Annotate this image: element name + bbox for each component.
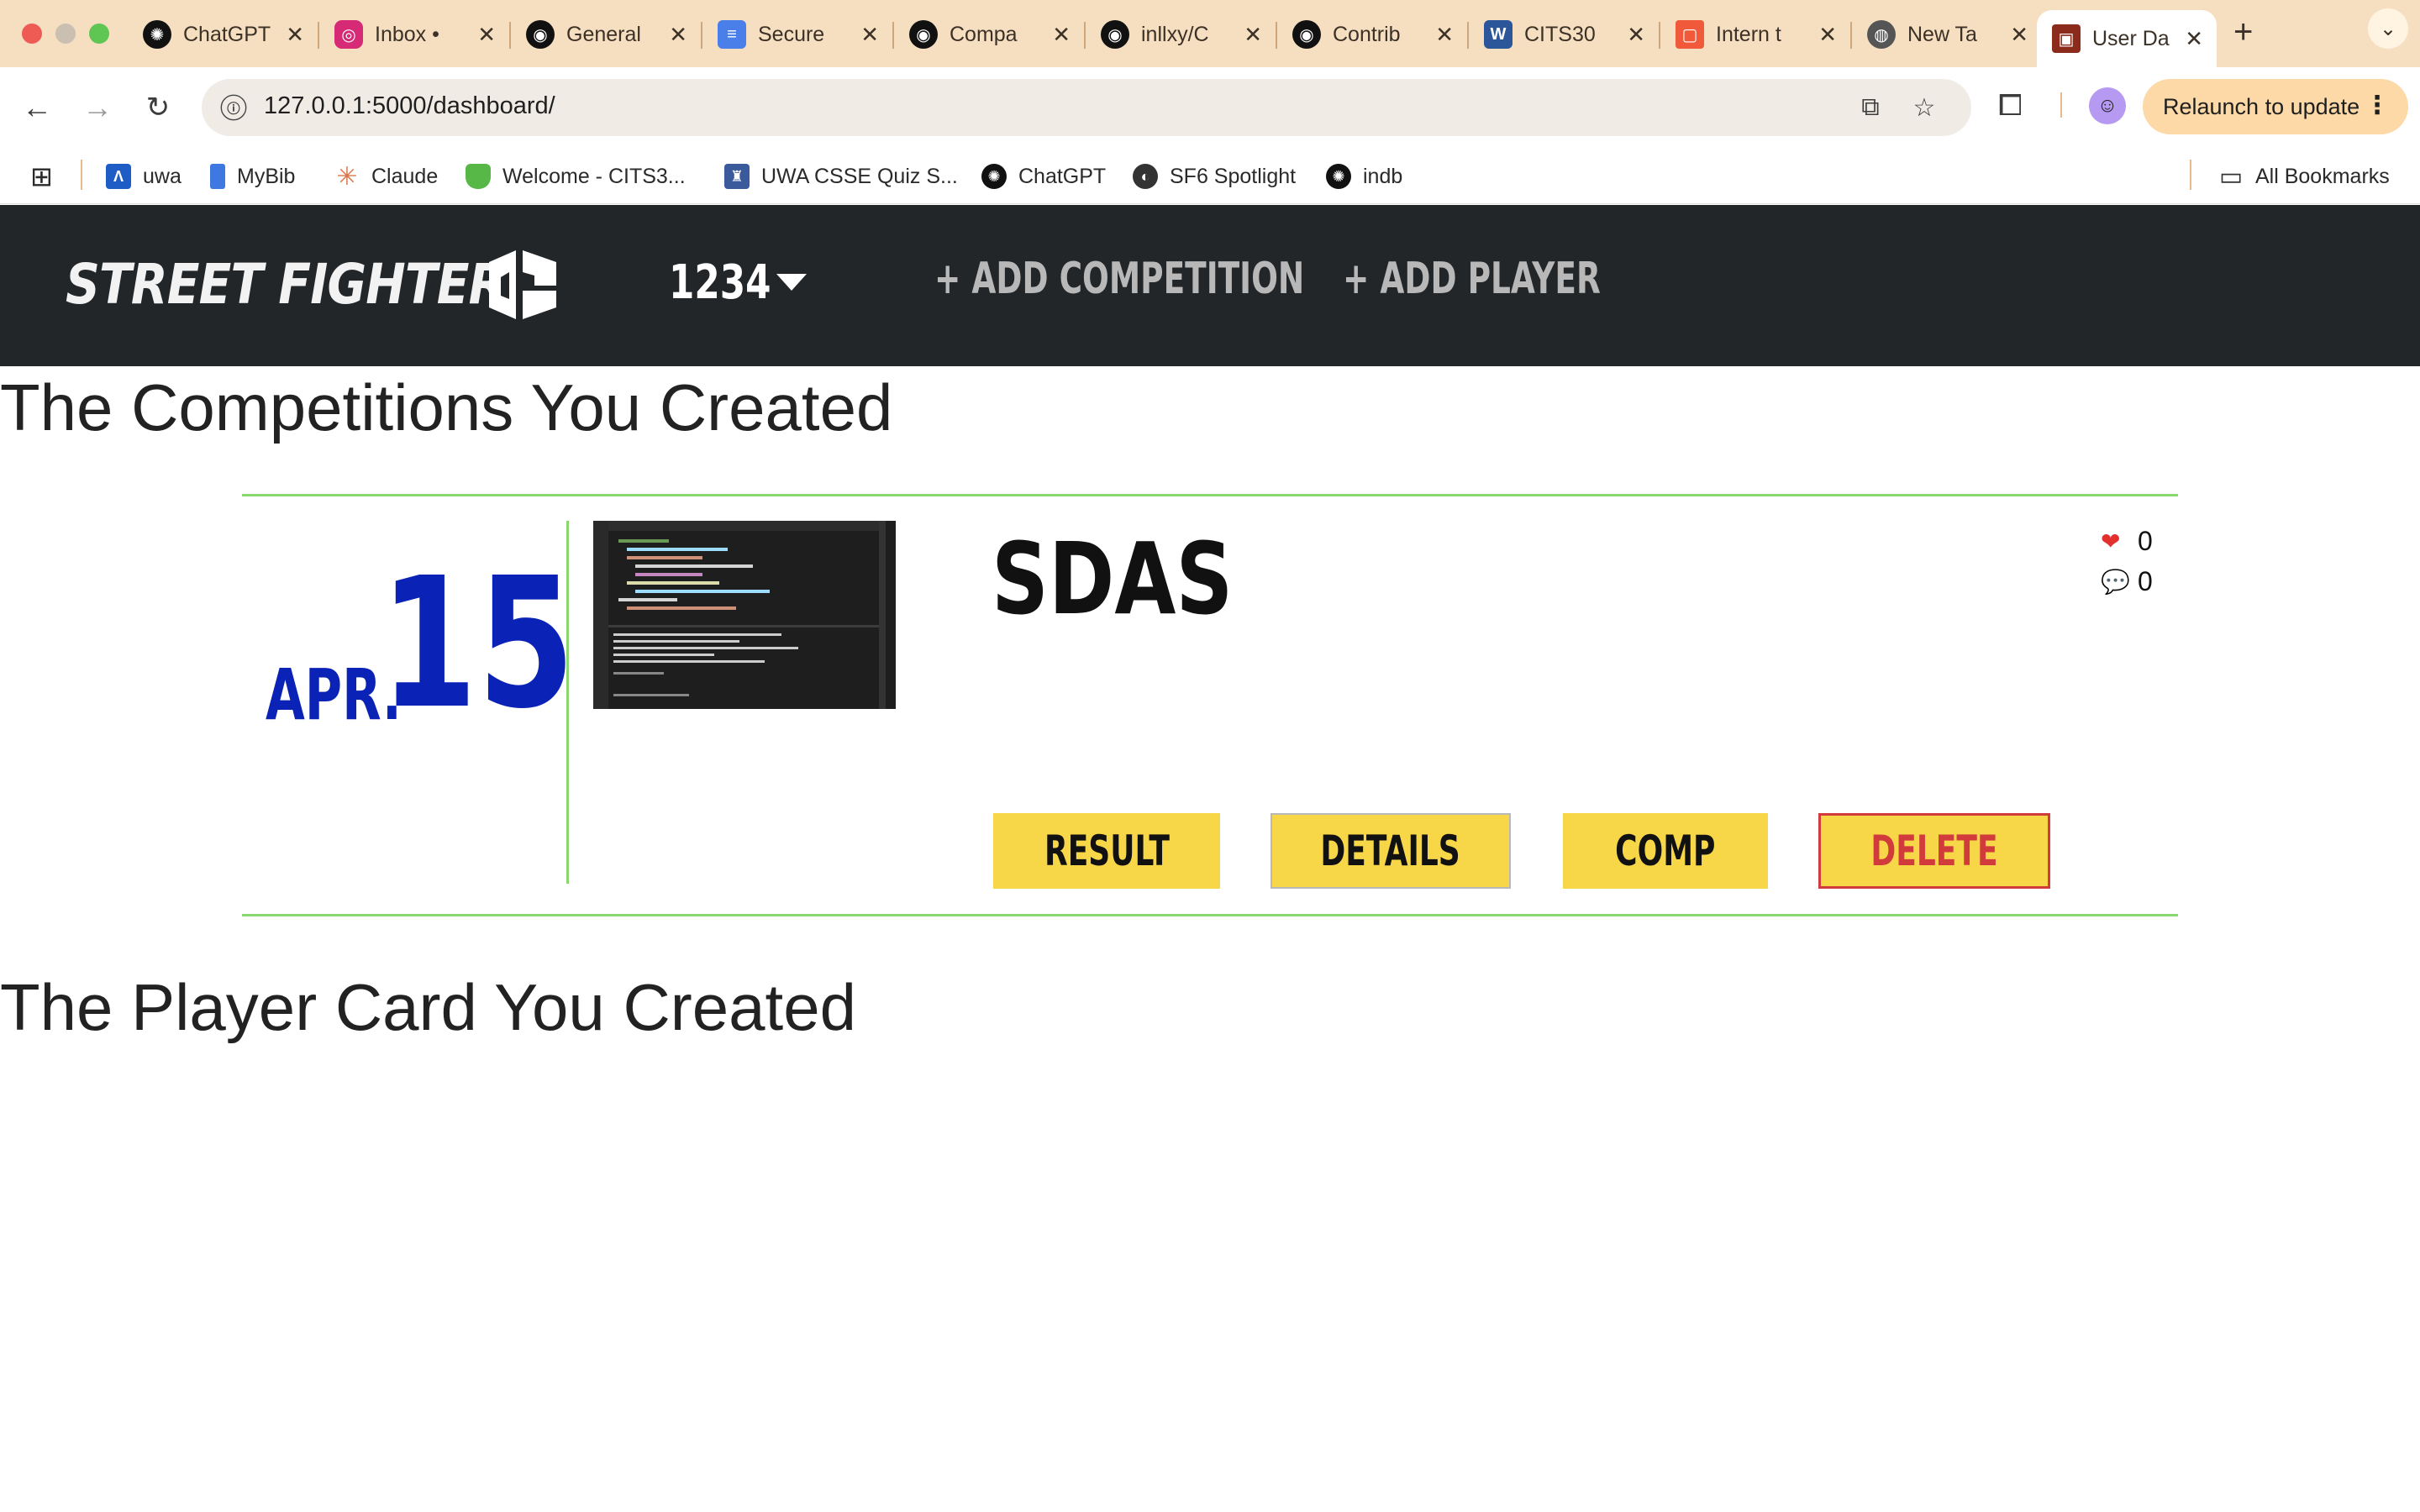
toolbar-separator (2060, 92, 2062, 118)
site-favicon-icon: ▣ (2052, 24, 2081, 53)
close-tab-icon[interactable]: ✕ (1435, 22, 1454, 48)
forward-arrow-icon[interactable]: → (77, 87, 118, 128)
word-icon: W (1484, 20, 1512, 49)
card-top-divider (242, 494, 2178, 496)
close-tab-icon[interactable]: ✕ (1627, 22, 1645, 48)
bookmark-icon (210, 164, 225, 189)
bookmark-mybib[interactable]: MyBib (210, 160, 295, 193)
zoom-window-button[interactable] (89, 24, 109, 44)
browser-tab[interactable]: ✺ ChatGPT ✕ (128, 10, 318, 59)
player-cards-heading: The Player Card You Created (0, 970, 856, 1044)
comp-button[interactable]: COMP (1563, 813, 1768, 889)
bookmark-claude[interactable]: ✳ Claude (334, 160, 438, 193)
claude-icon: ✳ (336, 162, 358, 191)
bookmark-uwa-csse-quiz[interactable]: ♜ UWA CSSE Quiz S... (724, 160, 958, 193)
bookmark-star-icon[interactable]: ☆ (1907, 91, 1941, 124)
close-tab-icon[interactable]: ✕ (860, 22, 879, 48)
close-tab-icon[interactable]: ✕ (286, 22, 304, 48)
browser-tab[interactable]: ◉ inllxy/C ✕ (1086, 10, 1276, 59)
crest-icon: ♜ (724, 164, 750, 189)
github-icon: ◉ (526, 20, 555, 49)
close-window-button[interactable] (22, 24, 42, 44)
tab-search-chevron-icon[interactable]: ⌄ (2368, 8, 2408, 49)
result-button[interactable]: RESULT (993, 813, 1220, 889)
relaunch-button[interactable]: Relaunch to update ⋮ (2143, 79, 2408, 134)
add-player-link[interactable]: + ADD PLAYER (1343, 254, 1601, 304)
browser-tab[interactable]: ≡ Secure ✕ (702, 10, 892, 59)
globe-icon: ◐ (1133, 164, 1158, 189)
profile-avatar[interactable]: ☺ (2089, 87, 2126, 124)
more-menu-icon[interactable]: ⋮ (2365, 91, 2390, 120)
site-logo[interactable]: STREET FIGHTER (66, 252, 505, 317)
close-tab-icon[interactable]: ✕ (477, 22, 496, 48)
url-text[interactable]: 127.0.0.1:5000/dashboard/ (264, 92, 555, 120)
details-button[interactable]: DETAILS (1270, 813, 1511, 889)
comments-stat[interactable]: 💬 0 (2101, 566, 2153, 597)
competition-title[interactable]: SDAS (992, 521, 1233, 637)
github-icon: ◉ (1292, 20, 1321, 49)
browser-tab-active[interactable]: ▣ User Da ✕ (2037, 10, 2217, 67)
bookmarks-separator (2190, 160, 2191, 190)
delete-button[interactable]: DELETE (1818, 813, 2050, 889)
apps-grid-icon[interactable]: ⊞ (30, 160, 53, 193)
browser-tab[interactable]: ◎ Inbox • ✕ (319, 10, 509, 59)
chrome-icon: ◍ (1867, 20, 1896, 49)
site-info-icon[interactable]: ⓘ (220, 94, 247, 121)
intern-icon: ▢ (1676, 20, 1704, 49)
competition-thumbnail[interactable] (593, 521, 896, 709)
user-menu-button[interactable]: 1234 (669, 255, 771, 310)
browser-toolbar: ← → ↻ ⓘ 127.0.0.1:5000/dashboard/ ⧉ ☆ (0, 67, 2420, 148)
browser-tab[interactable]: ▢ Intern t ✕ (1660, 10, 1850, 59)
minimize-window-button[interactable] (55, 24, 76, 44)
competitions-heading: The Competitions You Created (0, 370, 893, 444)
reload-icon[interactable]: ↻ (138, 87, 178, 128)
bookmarks-bar: ⊞ Λ uwa MyBib ✳ Claude Welcome - CITS3..… (0, 148, 2420, 204)
close-tab-icon[interactable]: ✕ (669, 22, 687, 48)
add-competition-link[interactable]: + ADD COMPETITION (934, 254, 1304, 304)
bookmark-sf6-spotlight[interactable]: ◐ SF6 Spotlight (1133, 160, 1296, 193)
close-tab-icon[interactable]: ✕ (2185, 26, 2203, 52)
close-tab-icon[interactable]: ✕ (2010, 22, 2028, 48)
sf6-logo-mark-icon (489, 250, 556, 319)
bookmark-chatgpt[interactable]: ✺ ChatGPT (981, 160, 1106, 193)
new-tab-button[interactable]: + (2233, 13, 2253, 51)
code-screenshot-image (593, 521, 896, 709)
browser-tab[interactable]: ◍ New Ta ✕ (1852, 10, 2042, 59)
back-arrow-icon[interactable]: ← (17, 87, 57, 128)
close-tab-icon[interactable]: ✕ (1244, 22, 1262, 48)
instagram-icon: ◎ (334, 20, 363, 49)
chevron-down-icon[interactable] (776, 274, 807, 291)
competition-date-day: 15 (380, 539, 576, 748)
chatgpt-icon: ✺ (1326, 164, 1351, 189)
bookmarks-separator (81, 160, 82, 190)
all-bookmarks-button[interactable]: ▭ All Bookmarks (2218, 160, 2390, 193)
close-tab-icon[interactable]: ✕ (1818, 22, 1837, 48)
github-icon: ◉ (909, 20, 938, 49)
extensions-puzzle-icon[interactable]: ⧠ (1998, 87, 2023, 123)
browser-tab[interactable]: W CITS30 ✕ (1469, 10, 1659, 59)
browser-tab[interactable]: ◉ Compa ✕ (894, 10, 1084, 59)
chatgpt-icon: ✺ (143, 20, 171, 49)
github-icon: ◉ (1101, 20, 1129, 49)
docs-icon: ≡ (718, 20, 746, 49)
translate-icon[interactable]: ⧉ (1854, 91, 1887, 124)
shield-icon (466, 164, 491, 189)
bookmark-welcome-cits[interactable]: Welcome - CITS3... (466, 160, 686, 193)
browser-tab[interactable]: ◉ Contrib ✕ (1277, 10, 1467, 59)
browser-tab[interactable]: ◉ General ✕ (511, 10, 701, 59)
chatgpt-icon: ✺ (981, 164, 1007, 189)
address-bar[interactable]: ⓘ 127.0.0.1:5000/dashboard/ ⧉ ☆ (202, 79, 1971, 136)
card-bottom-divider (242, 914, 2178, 916)
browser-tab-strip: ✺ ChatGPT ✕ ◎ Inbox • ✕ ◉ General ✕ ≡ Se… (0, 0, 2420, 67)
close-tab-icon[interactable]: ✕ (1052, 22, 1071, 48)
bookmark-uwa[interactable]: Λ uwa (106, 160, 182, 193)
likes-stat[interactable]: ❤ 0 (2101, 526, 2153, 557)
uwa-icon: Λ (106, 164, 131, 189)
site-navbar: STREET FIGHTER 1234 + ADD COMPETITION + … (0, 205, 2420, 366)
comment-bubble-icon: 💬 (2101, 569, 2130, 595)
heart-icon: ❤ (2101, 528, 2121, 554)
folder-icon: ▭ (2218, 162, 2244, 191)
bookmark-indb[interactable]: ✺ indb (1326, 160, 1402, 193)
